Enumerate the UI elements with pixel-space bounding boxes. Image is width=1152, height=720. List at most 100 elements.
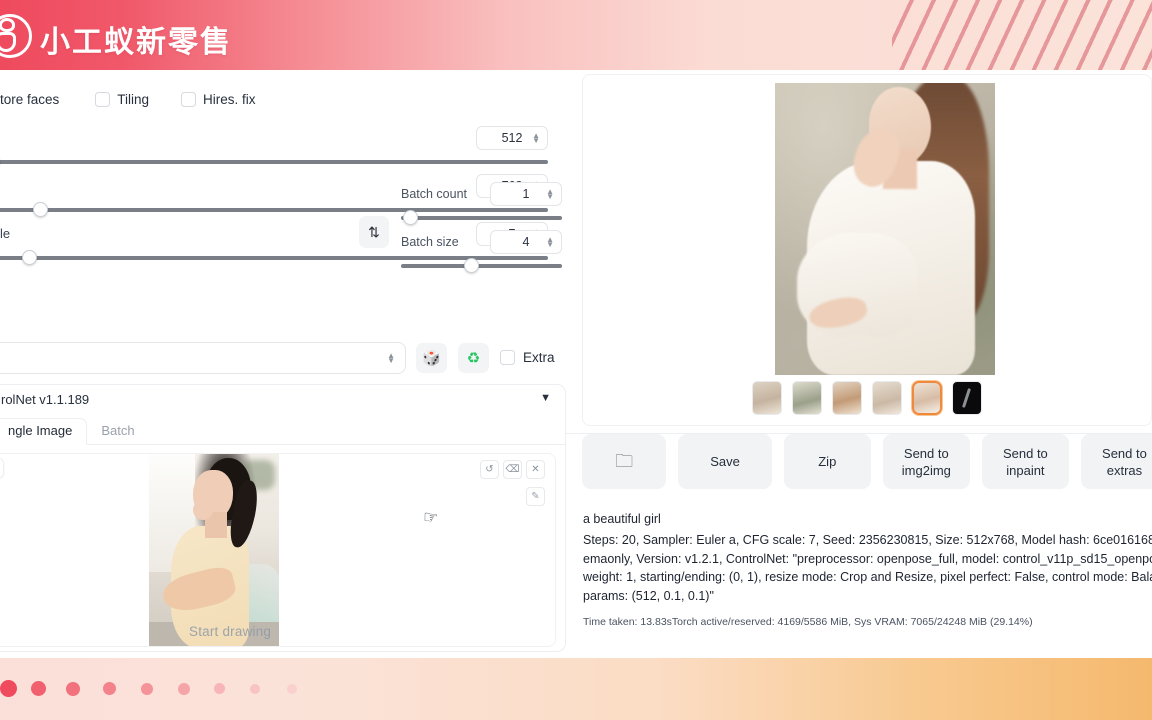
ant-badge-icon <box>0 14 34 58</box>
checkbox-label-tiling: Tiling <box>117 92 150 107</box>
checkbox-hires-fix[interactable]: Hires. fix <box>181 92 256 107</box>
width-stepper-icon[interactable]: ▲ ▼ <box>532 132 540 145</box>
batch-count-knob[interactable] <box>403 210 418 225</box>
footer-dot-row <box>0 680 330 698</box>
header-stripe-pattern <box>892 0 1152 70</box>
page-title: 小工蚁新零售 <box>40 26 232 59</box>
mouse-cursor-pointer: ☞ <box>422 507 440 528</box>
params-line-1: Steps: 20, Sampler: Euler a, CFG scale: … <box>583 533 1152 547</box>
tab-single-image[interactable]: ngle Image <box>0 418 88 445</box>
controlnet-image-label: Image <box>0 458 5 478</box>
controlnet-title: rolNet v1.1.189 <box>1 392 90 407</box>
footer-dot <box>66 681 80 696</box>
footer-dot <box>214 683 225 694</box>
seed-stepper-icon[interactable]: ▲ ▼ <box>387 352 395 365</box>
checkbox-box-hires-fix[interactable] <box>181 92 197 107</box>
width-value-input[interactable]: 512 ▲ ▼ <box>476 126 548 150</box>
reuse-seed-button[interactable]: ♻ <box>458 343 489 373</box>
batch-count-input[interactable]: 1 ▲ ▼ <box>490 182 562 206</box>
batch-size-row: Batch size 4 ▲ ▼ <box>401 230 566 278</box>
checkbox-box-extra[interactable] <box>500 350 515 365</box>
time-taken-text: Time taken: 13.83sTorch active/reserved:… <box>583 616 1033 628</box>
prompt-text: a beautiful girl <box>583 512 661 526</box>
app-footer <box>0 658 1152 720</box>
params-line-4: params: (512, 0.1, 0.1)" <box>583 588 714 603</box>
batch-size-stepper-icon[interactable]: ▲ ▼ <box>546 236 554 249</box>
left-settings-panel: tore faces Tiling Hires. fix 512 ▲ ▼ le … <box>0 70 566 658</box>
controlnet-tabs: ngle Image Batch <box>0 416 566 445</box>
eraser-icon[interactable]: ⌫ <box>503 460 522 479</box>
pen-icon[interactable]: ✎ <box>526 487 545 506</box>
gallery-thumbnail[interactable] <box>752 381 782 415</box>
width-slider-row: 512 ▲ ▼ <box>0 126 566 174</box>
batch-count-label: Batch count <box>401 187 468 201</box>
batch-size-label: Batch size <box>401 235 459 249</box>
controlnet-source-image <box>149 454 279 646</box>
checkbox-tiling[interactable]: Tiling <box>95 92 149 107</box>
folder-open-icon: 🗀 <box>615 451 634 471</box>
generation-parameters: a beautiful girl Steps: 20, Sampler: Eul… <box>583 512 1152 628</box>
width-slider-track[interactable] <box>0 160 548 164</box>
footer-dot <box>287 683 297 694</box>
option-checkbox-row: tore faces Tiling Hires. fix <box>0 92 566 107</box>
send-to-inpaint-button[interactable]: Send to inpaint <box>981 434 1069 489</box>
cfg-scale-label: le <box>0 226 11 241</box>
footer-dot <box>31 681 46 696</box>
close-icon[interactable]: ✕ <box>526 460 545 479</box>
chevron-down-icon[interactable]: ▼ <box>540 392 551 404</box>
checkbox-restore-faces[interactable]: tore faces <box>0 92 59 107</box>
random-seed-button[interactable]: 🎲 <box>416 343 447 373</box>
controlnet-image-dropzone[interactable]: Image Start drawing ↺ ⌫ ✕ ✎ <box>0 453 556 647</box>
output-gallery <box>582 74 1152 426</box>
generated-image-preview[interactable] <box>775 83 995 375</box>
batch-size-value: 4 <box>522 235 530 249</box>
send-to-img2img-button[interactable]: Send to img2img <box>882 434 970 489</box>
app-root: 小工蚁新零售 tore faces Tiling Hires. fix 512 … <box>0 0 1152 720</box>
undo-icon[interactable]: ↺ <box>480 460 499 479</box>
params-line-2: emaonly, Version: v1.2.1, ControlNet: "p… <box>583 551 1152 566</box>
gallery-thumbnail[interactable] <box>792 381 822 415</box>
batch-size-input[interactable]: 4 ▲ ▼ <box>490 230 562 254</box>
height-slider-knob[interactable] <box>33 202 48 217</box>
thumbnail-strip <box>583 381 1151 415</box>
recycle-icon: ♻ <box>466 350 481 367</box>
output-action-buttons: 🗀 Save Zip Send to img2img Send to inpai… <box>582 434 1152 502</box>
checkbox-label-restore-faces: tore faces <box>0 92 60 107</box>
gallery-thumbnail[interactable] <box>872 381 902 415</box>
swap-dimensions-button[interactable]: ⇅ <box>359 216 389 248</box>
params-line-3: weight: 1, starting/ending: (0, 1), resi… <box>583 570 1152 584</box>
controlnet-header[interactable]: rolNet v1.1.189 ▼ <box>0 385 565 416</box>
batch-size-knob[interactable] <box>464 258 479 273</box>
canvas-tool-group: ↺ ⌫ ✕ <box>480 460 545 479</box>
zip-button[interactable]: Zip <box>783 434 871 489</box>
save-button[interactable]: Save <box>678 434 772 489</box>
footer-dot <box>250 683 260 694</box>
batch-count-track[interactable] <box>401 216 562 220</box>
dice-icon: 🎲 <box>422 350 441 367</box>
footer-dot <box>103 682 116 695</box>
batch-size-track[interactable] <box>401 264 562 268</box>
app-header: 小工蚁新零售 <box>0 0 1152 70</box>
controlnet-accordion: rolNet v1.1.189 ▼ ngle Image Batch Image <box>0 384 566 652</box>
send-to-extras-button[interactable]: Send to extras <box>1080 434 1152 489</box>
footer-dot <box>141 682 153 695</box>
seed-input[interactable]: ▲ ▼ <box>0 342 406 374</box>
swap-vertical-icon: ⇅ <box>368 223 380 240</box>
checkbox-extra[interactable]: Extra <box>500 350 555 365</box>
footer-dot <box>0 680 17 697</box>
batch-count-row: Batch count 1 ▲ ▼ <box>401 182 566 230</box>
checkbox-box-tiling[interactable] <box>95 92 111 107</box>
seed-row: ▲ ▼ 🎲 ♻ Extra <box>0 342 566 376</box>
batch-settings: Batch count 1 ▲ ▼ Batch size 4 ▲ ▼ <box>401 182 566 278</box>
gallery-thumbnail[interactable] <box>832 381 862 415</box>
width-value: 512 <box>501 131 523 145</box>
start-drawing-hint: Start drawing <box>189 624 272 639</box>
checkbox-label-hires-fix: Hires. fix <box>203 92 256 107</box>
cfg-slider-knob[interactable] <box>22 250 37 265</box>
right-output-panel: 🗀 Save Zip Send to img2img Send to inpai… <box>566 70 1152 658</box>
batch-count-stepper-icon[interactable]: ▲ ▼ <box>546 188 554 201</box>
open-folder-button[interactable]: 🗀 <box>582 434 667 489</box>
gallery-thumbnail[interactable] <box>952 381 982 415</box>
tab-batch[interactable]: Batch <box>87 419 148 444</box>
gallery-thumbnail-selected[interactable] <box>912 381 942 415</box>
